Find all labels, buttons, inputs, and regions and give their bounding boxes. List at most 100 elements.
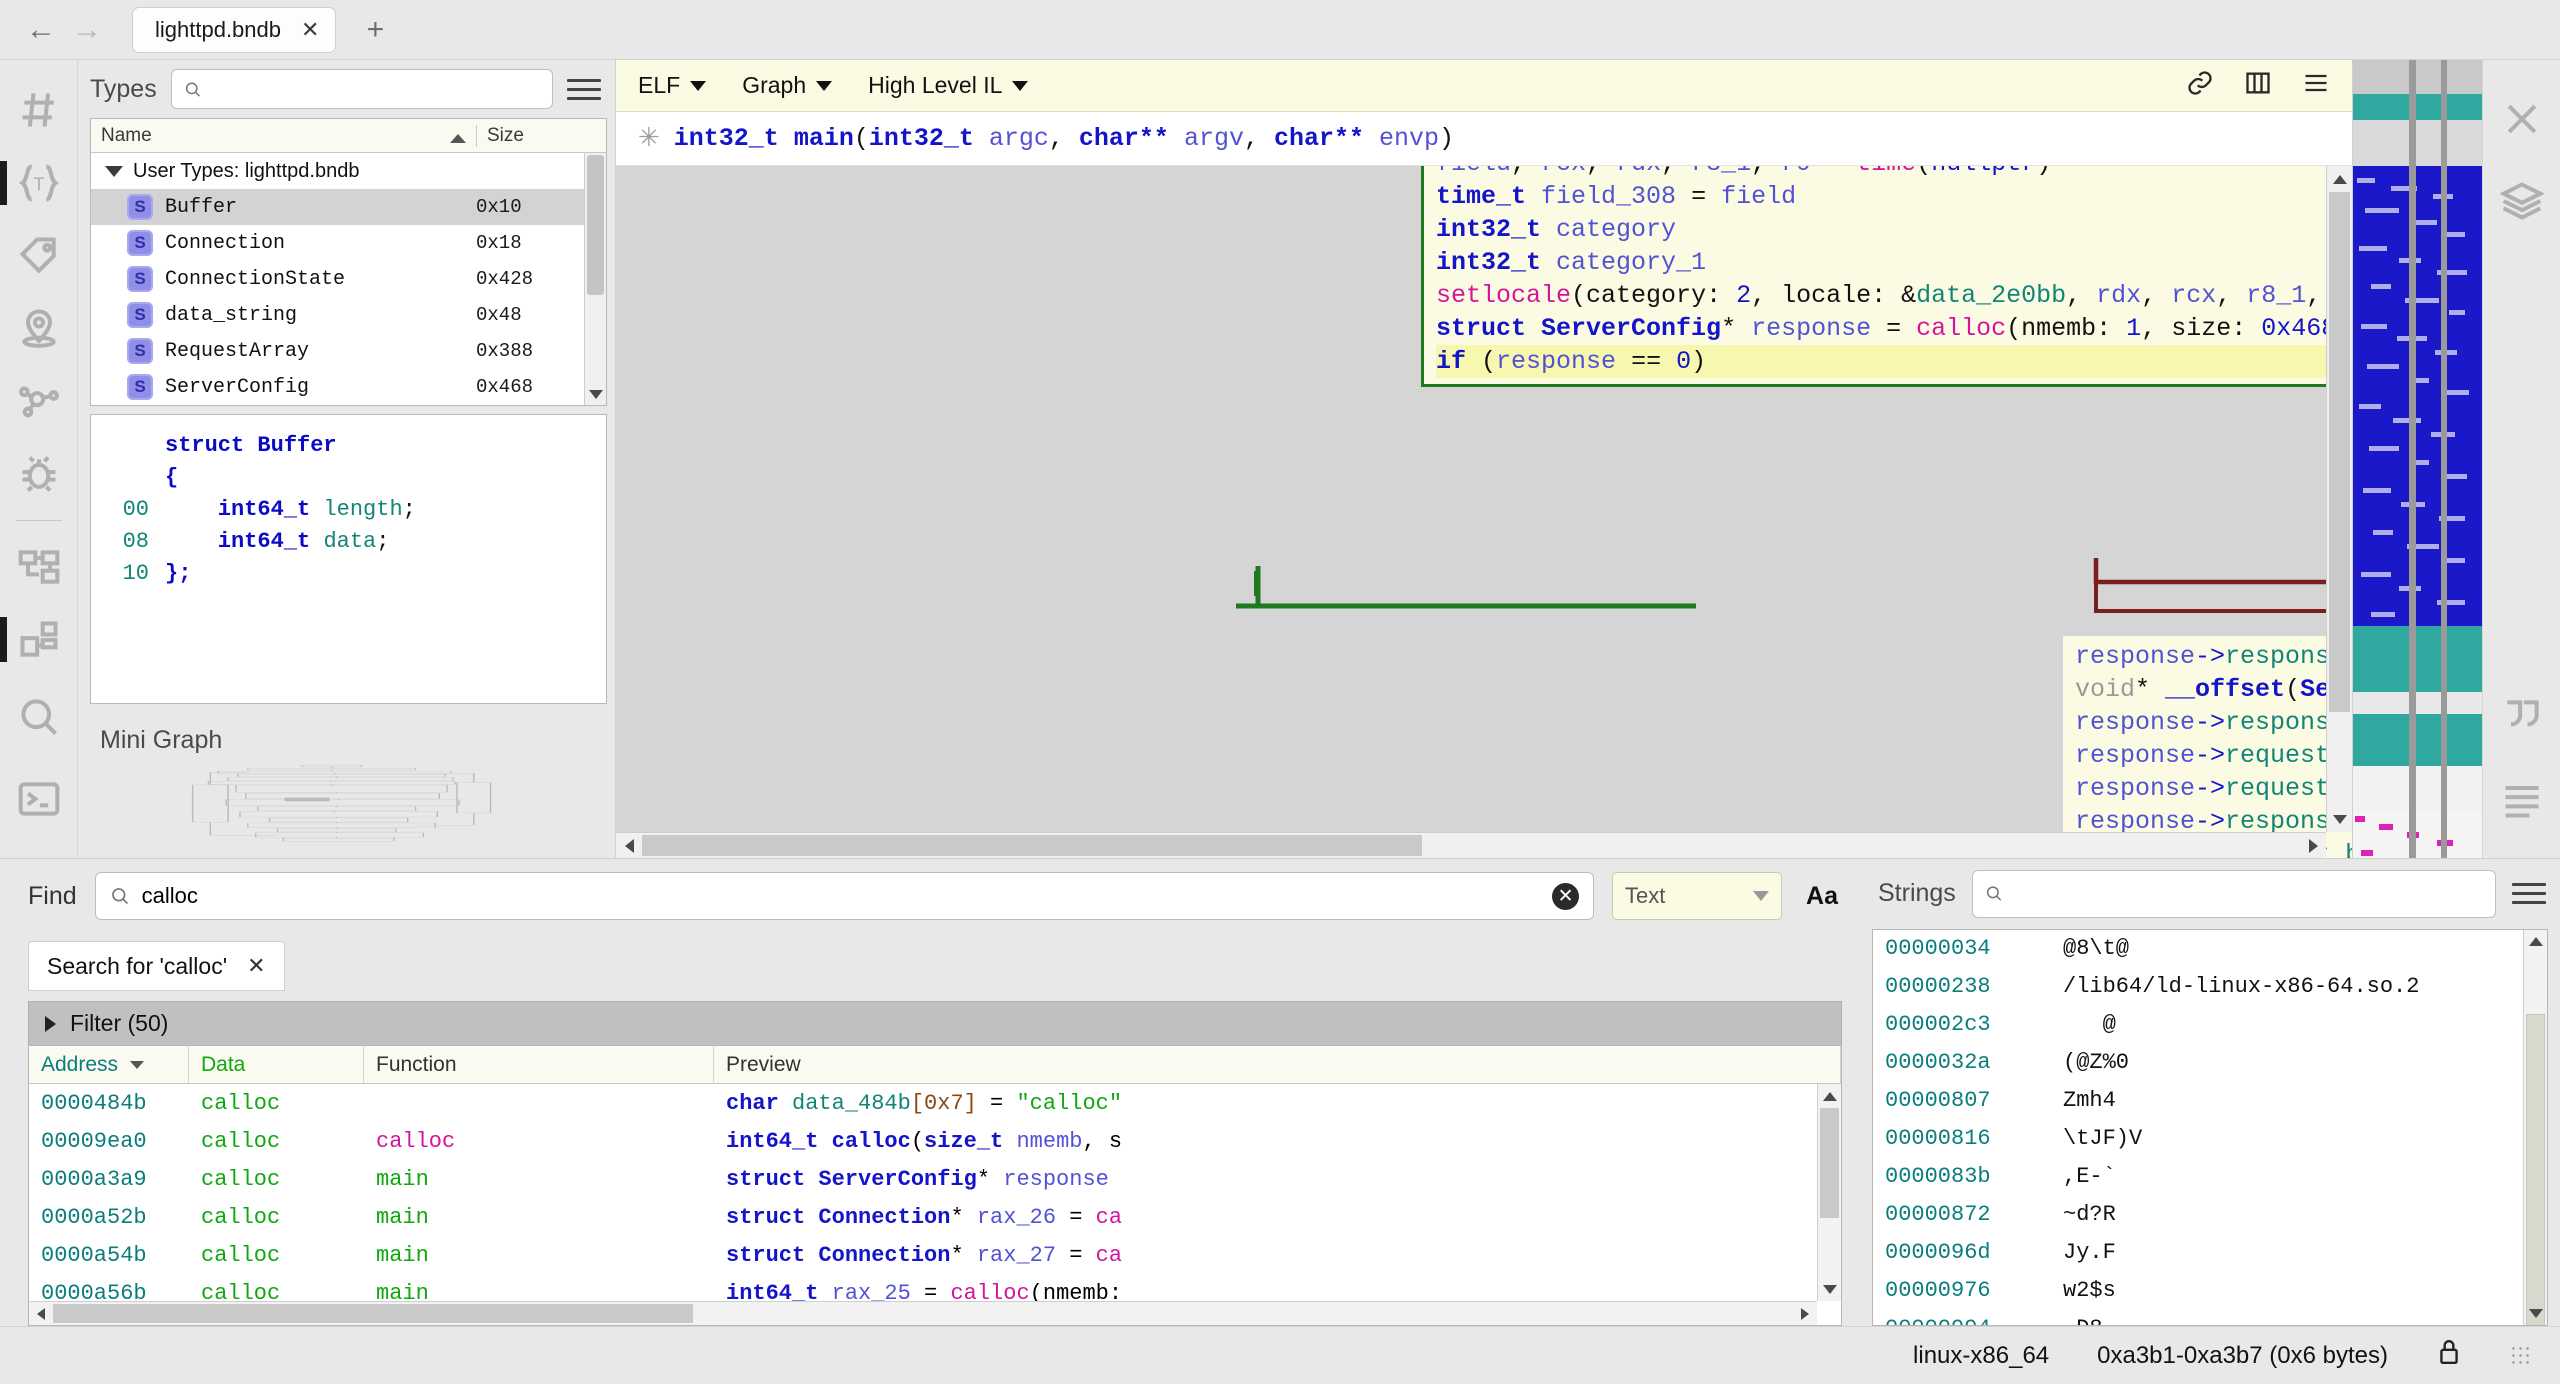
strings-search-input[interactable] xyxy=(2012,884,2495,904)
lock-icon[interactable] xyxy=(2436,1337,2462,1374)
scroll-left-icon[interactable] xyxy=(616,833,642,858)
column-preview[interactable]: Preview xyxy=(714,1046,1841,1083)
scrollbar-thumb[interactable] xyxy=(2329,192,2350,712)
result-function: main xyxy=(364,1167,714,1192)
find-mode-label: Text xyxy=(1625,883,1665,909)
view-mode-graph-dropdown[interactable]: Graph xyxy=(742,72,832,99)
types-group-row[interactable]: User Types: lighttpd.bndb xyxy=(91,153,606,189)
hash-icon[interactable] xyxy=(0,74,78,147)
list-item[interactable]: 0000096d Jy.F xyxy=(1873,1234,2547,1272)
scroll-right-icon[interactable] xyxy=(2300,833,2326,858)
graph-nodes-icon[interactable] xyxy=(0,365,78,438)
scroll-right-icon[interactable] xyxy=(1793,1302,1817,1325)
forward-button[interactable]: → xyxy=(64,7,110,53)
log-icon[interactable] xyxy=(2483,758,2560,840)
split-view-icon[interactable] xyxy=(2244,69,2272,102)
find-search-box[interactable]: ✕ xyxy=(95,872,1594,920)
cross-references-icon[interactable] xyxy=(0,531,78,604)
layers-icon[interactable] xyxy=(2483,160,2560,242)
table-row[interactable]: 0000484b calloc char data_484b[0x7] = "c… xyxy=(29,1084,1841,1122)
filter-bar[interactable]: Filter (50) xyxy=(28,1001,1842,1045)
mini-graph-view[interactable] xyxy=(90,765,603,846)
terminal-icon[interactable] xyxy=(0,758,78,840)
table-row[interactable]: S ConnectionState 0x428 xyxy=(91,261,606,297)
types-search-box[interactable] xyxy=(171,69,553,109)
list-item[interactable]: 00000238 /lib64/ld-linux-x86-64.so.2 xyxy=(1873,968,2547,1006)
clear-icon[interactable]: ✕ xyxy=(1552,883,1579,910)
view-type-elf-dropdown[interactable]: ELF xyxy=(638,72,706,99)
types-scrollbar[interactable] xyxy=(584,153,606,405)
types-icon[interactable]: T xyxy=(0,147,78,220)
column-address[interactable]: Address xyxy=(29,1046,189,1083)
find-mode-select[interactable]: Text xyxy=(1612,872,1782,920)
column-function[interactable]: Function xyxy=(364,1046,714,1083)
graph-view[interactable]: field, rcx, rdx, r8_1, r9 = time(nullptr… xyxy=(616,166,2352,858)
scrollbar-thumb[interactable] xyxy=(53,1304,693,1323)
resize-grip[interactable] xyxy=(2510,1345,2532,1367)
table-row[interactable]: S RequestArray 0x388 xyxy=(91,333,606,369)
table-row[interactable]: S Connection 0x18 xyxy=(91,225,606,261)
list-item[interactable]: 0000083b ,E-` xyxy=(1873,1158,2547,1196)
bug-icon[interactable] xyxy=(0,437,78,510)
scroll-down-icon[interactable] xyxy=(2524,1301,2547,1325)
link-icon[interactable] xyxy=(2186,69,2214,102)
binary-minimap[interactable] xyxy=(2352,60,2482,858)
list-item[interactable]: 00000816 \tJF)V xyxy=(1873,1120,2547,1158)
table-row[interactable]: 0000a54b calloc main struct Connection* … xyxy=(29,1236,1841,1274)
scroll-up-icon[interactable] xyxy=(1818,1084,1841,1108)
list-item[interactable]: 0000032a (@Z%0 xyxy=(1873,1044,2547,1082)
list-item[interactable]: 00000807 Zmh4 xyxy=(1873,1082,2547,1120)
search-icon[interactable] xyxy=(0,676,78,758)
mini-graph-icon[interactable] xyxy=(0,603,78,676)
basic-block-init[interactable]: response->response_header = buffer_init(… xyxy=(2063,636,2352,858)
table-row[interactable]: S data_string 0x48 xyxy=(91,297,606,333)
close-panel-icon[interactable] xyxy=(2483,78,2560,160)
new-tab-button[interactable]: + xyxy=(358,13,392,47)
scroll-left-icon[interactable] xyxy=(29,1302,53,1325)
search-result-tab[interactable]: Search for 'calloc' ✕ xyxy=(28,941,285,991)
types-menu-icon[interactable] xyxy=(567,75,601,104)
match-case-button[interactable]: Aa xyxy=(1800,882,1844,911)
results-horizontal-scrollbar[interactable] xyxy=(29,1301,1817,1325)
strings-menu-icon[interactable] xyxy=(2512,879,2546,908)
table-row[interactable]: S ServerConfig 0x468 xyxy=(91,369,606,405)
table-row[interactable]: 0000a52b calloc main struct Connection* … xyxy=(29,1198,1841,1236)
scroll-down-icon[interactable] xyxy=(585,383,606,405)
scroll-down-icon[interactable] xyxy=(1818,1277,1841,1301)
chevron-down-icon[interactable] xyxy=(105,166,123,177)
graph-horizontal-scrollbar[interactable] xyxy=(616,832,2326,858)
scrollbar-thumb[interactable] xyxy=(587,155,604,295)
list-item[interactable]: 00000976 w2$s xyxy=(1873,1272,2547,1310)
scroll-up-icon[interactable] xyxy=(2524,930,2547,954)
comments-icon[interactable] xyxy=(2483,676,2560,758)
scrollbar-thumb[interactable] xyxy=(1820,1108,1839,1218)
find-search-input[interactable] xyxy=(142,883,1540,909)
graph-vertical-scrollbar[interactable] xyxy=(2326,166,2352,832)
list-item[interactable]: 000002c3 @ xyxy=(1873,1006,2547,1044)
table-row[interactable]: 00009ea0 calloc calloc int64_t calloc(si… xyxy=(29,1122,1841,1160)
column-size[interactable]: Size xyxy=(476,125,606,147)
list-item[interactable]: 00000994 -D8, xyxy=(1873,1310,2547,1326)
column-data[interactable]: Data xyxy=(189,1046,364,1083)
scroll-down-icon[interactable] xyxy=(2327,806,2352,832)
il-level-dropdown[interactable]: High Level IL xyxy=(868,72,1028,99)
close-icon[interactable]: ✕ xyxy=(247,953,265,979)
list-item[interactable]: 00000872 ~d?R xyxy=(1873,1196,2547,1234)
list-item[interactable]: 00000034 @8\t@ xyxy=(1873,930,2547,968)
results-vertical-scrollbar[interactable] xyxy=(1817,1084,1841,1301)
table-row[interactable]: S Buffer 0x10 xyxy=(91,189,606,225)
column-name[interactable]: Name xyxy=(91,125,476,147)
tab-lighttpd-bndb[interactable]: lighttpd.bndb ✕ xyxy=(132,7,336,53)
options-menu-icon[interactable] xyxy=(2302,69,2330,102)
scroll-up-icon[interactable] xyxy=(2327,166,2352,192)
scrollbar-thumb[interactable] xyxy=(642,835,1422,856)
back-button[interactable]: ← xyxy=(18,7,64,53)
tag-icon[interactable] xyxy=(0,219,78,292)
location-icon[interactable] xyxy=(0,292,78,365)
table-row[interactable]: 0000a3a9 calloc main struct ServerConfig… xyxy=(29,1160,1841,1198)
strings-scrollbar[interactable] xyxy=(2523,930,2547,1325)
strings-search-box[interactable] xyxy=(1972,870,2496,918)
scrollbar-thumb[interactable] xyxy=(2526,1014,2545,1326)
close-icon[interactable]: ✕ xyxy=(301,17,319,43)
types-search-input[interactable] xyxy=(210,79,552,99)
